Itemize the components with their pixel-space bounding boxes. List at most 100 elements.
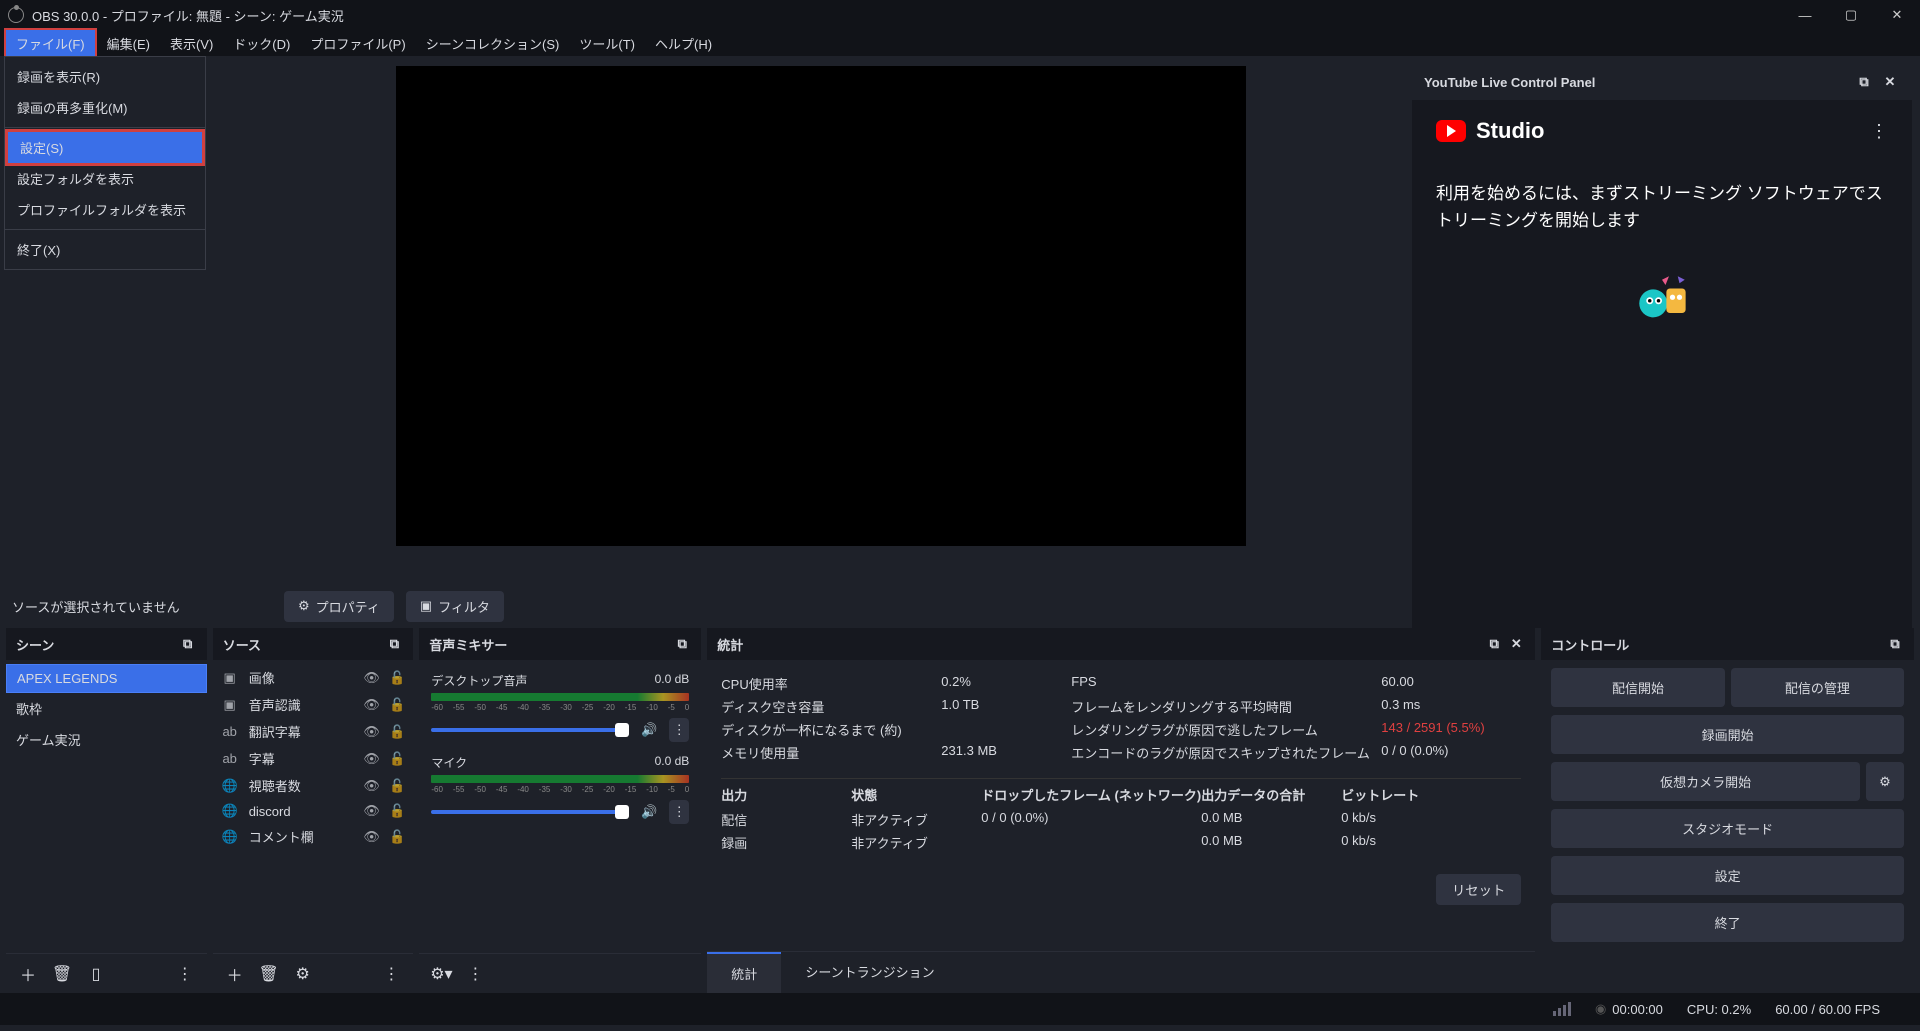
volume-slider[interactable] [431,810,629,814]
start-record-button[interactable]: 録画開始 [1551,715,1904,754]
menu-tools[interactable]: ツール(T) [569,30,645,56]
source-menu-button[interactable]: ⋮ [377,960,405,988]
mixer-channel: マイク0.0 dB -60-55-50-45-40-35-30-25-20-15… [419,746,701,828]
meter-scale: -60-55-50-45-40-35-30-25-20-15-10-50 [431,785,689,794]
add-scene-button[interactable]: ＋ [14,960,42,988]
source-label: 音声認識 [249,695,354,714]
virtual-camera-settings-button[interactable]: ⚙ [1866,762,1904,801]
youtube-logo-icon [1436,120,1466,142]
kebab-menu-icon[interactable]: ⋮ [1870,121,1888,142]
visibility-icon[interactable]: 👁 [363,803,379,819]
scene-filter-button[interactable]: ▯ [82,960,110,988]
record-dot-icon: ◉ [1595,1001,1606,1017]
visibility-icon[interactable]: 👁 [363,670,379,686]
visibility-icon[interactable]: 👁 [363,778,379,794]
lock-icon[interactable]: 🔓 [389,751,405,767]
reset-stats-button[interactable]: リセット [1436,874,1521,905]
manage-stream-button[interactable]: 配信の管理 [1731,668,1904,707]
source-item[interactable]: ▣ 画像 👁 🔓 [213,664,414,691]
visibility-icon[interactable]: 👁 [363,724,379,740]
exit-button[interactable]: 終了 [1551,903,1904,942]
lock-icon[interactable]: 🔓 [389,803,405,819]
visibility-icon[interactable]: 👁 [363,751,379,767]
source-item[interactable]: 🌐 視聴者数 👁 🔓 [213,772,414,799]
fps-status: 60.00 / 60.00 FPS [1775,1002,1880,1017]
lock-icon[interactable]: 🔓 [389,670,405,686]
filters-button[interactable]: ▣ フィルタ [406,591,504,622]
source-type-icon: 🌐 [221,803,239,819]
popout-icon[interactable]: ⧉ [1854,72,1874,92]
source-item[interactable]: 🌐 discord 👁 🔓 [213,799,414,823]
speaker-icon[interactable]: 🔊 [639,804,659,820]
start-stream-button[interactable]: 配信開始 [1551,668,1724,707]
controls-title: コントロール [1551,635,1629,654]
remove-source-button[interactable]: 🗑 [255,960,283,988]
source-item[interactable]: ab 字幕 👁 🔓 [213,745,414,772]
channel-level: 0.0 dB [655,672,690,689]
level-meter [431,775,689,783]
menu-view[interactable]: 表示(V) [160,30,223,56]
popout-icon[interactable]: ⧉ [179,635,197,653]
lock-icon[interactable]: 🔓 [389,829,405,845]
table-row: 配信非アクティブ0 / 0 (0.0%)0.0 MB0 kb/s [721,808,1521,831]
close-button[interactable]: ✕ [1874,0,1920,30]
lock-icon[interactable]: 🔓 [389,724,405,740]
source-label: discord [249,804,354,819]
popout-icon[interactable]: ⧉ [1886,635,1904,653]
stats-row: ディスク空き容量1.0 TBフレームをレンダリングする平均時間0.3 ms [721,695,1521,718]
visibility-icon[interactable]: 👁 [363,697,379,713]
popout-icon[interactable]: ⧉ [1485,635,1503,653]
source-item[interactable]: ab 翻訳字幕 👁 🔓 [213,718,414,745]
scene-menu-button[interactable]: ⋮ [171,960,199,988]
stats-tab[interactable]: 統計 [707,952,781,993]
minimize-button[interactable]: ― [1782,0,1828,30]
file-menu-settings[interactable]: 設定(S) [5,129,205,166]
menu-profile[interactable]: プロファイル(P) [300,30,415,56]
file-menu-remux[interactable]: 録画の再多重化(M) [5,92,205,123]
mixer-advanced-button[interactable]: ⚙▾ [427,960,455,988]
settings-button[interactable]: 設定 [1551,856,1904,895]
scene-item[interactable]: APEX LEGENDS [6,664,207,693]
maximize-button[interactable]: ▢ [1828,0,1874,30]
source-label: 字幕 [249,749,354,768]
menu-dock[interactable]: ドック(D) [223,30,300,56]
file-menu-show-profile-folder[interactable]: プロファイルフォルダを表示 [5,194,205,225]
mixer-menu-button[interactable]: ⋮ [461,960,489,988]
menu-scenecol[interactable]: シーンコレクション(S) [416,30,570,56]
stats-row: メモリ使用量231.3 MBエンコードのラグが原因でスキップされたフレーム0 /… [721,741,1521,764]
source-type-icon: 🌐 [221,829,239,845]
close-icon[interactable]: ✕ [1880,72,1900,92]
youtube-studio-label: Studio [1476,118,1544,144]
stats-tab[interactable]: シーントランジション [781,952,958,993]
visibility-icon[interactable]: 👁 [363,829,379,845]
scene-item[interactable]: ゲーム実況 [6,724,207,755]
popout-icon[interactable]: ⧉ [385,635,403,653]
source-item[interactable]: ▣ 音声認識 👁 🔓 [213,691,414,718]
preview-canvas[interactable] [396,66,1246,546]
menu-edit[interactable]: 編集(E) [97,30,160,56]
file-menu-show-settings-folder[interactable]: 設定フォルダを表示 [5,163,205,194]
source-type-icon: ▣ [221,670,239,686]
scene-item[interactable]: 歌枠 [6,693,207,724]
studio-mode-button[interactable]: スタジオモード [1551,809,1904,848]
add-source-button[interactable]: ＋ [221,960,249,988]
speaker-icon[interactable]: 🔊 [639,722,659,738]
menu-help[interactable]: ヘルプ(H) [645,30,722,56]
properties-button[interactable]: ⚙ プロパティ [284,591,394,622]
file-menu-show-rec[interactable]: 録画を表示(R) [5,61,205,92]
virtual-camera-button[interactable]: 仮想カメラ開始 [1551,762,1860,801]
lock-icon[interactable]: 🔓 [389,778,405,794]
menu-file[interactable]: ファイル(F) [4,28,97,58]
remove-scene-button[interactable]: 🗑 [48,960,76,988]
close-icon[interactable]: ✕ [1507,635,1525,653]
source-settings-button[interactable]: ⚙ [289,960,317,988]
popout-icon[interactable]: ⧉ [673,635,691,653]
network-indicator [1553,1002,1571,1016]
lock-icon[interactable]: 🔓 [389,697,405,713]
volume-slider[interactable] [431,728,629,732]
file-menu-exit[interactable]: 終了(X) [5,234,205,265]
channel-menu-button[interactable]: ⋮ [669,800,689,824]
channel-menu-button[interactable]: ⋮ [669,718,689,742]
cpu-status: CPU: 0.2% [1687,1002,1751,1017]
source-item[interactable]: 🌐 コメント欄 👁 🔓 [213,823,414,850]
